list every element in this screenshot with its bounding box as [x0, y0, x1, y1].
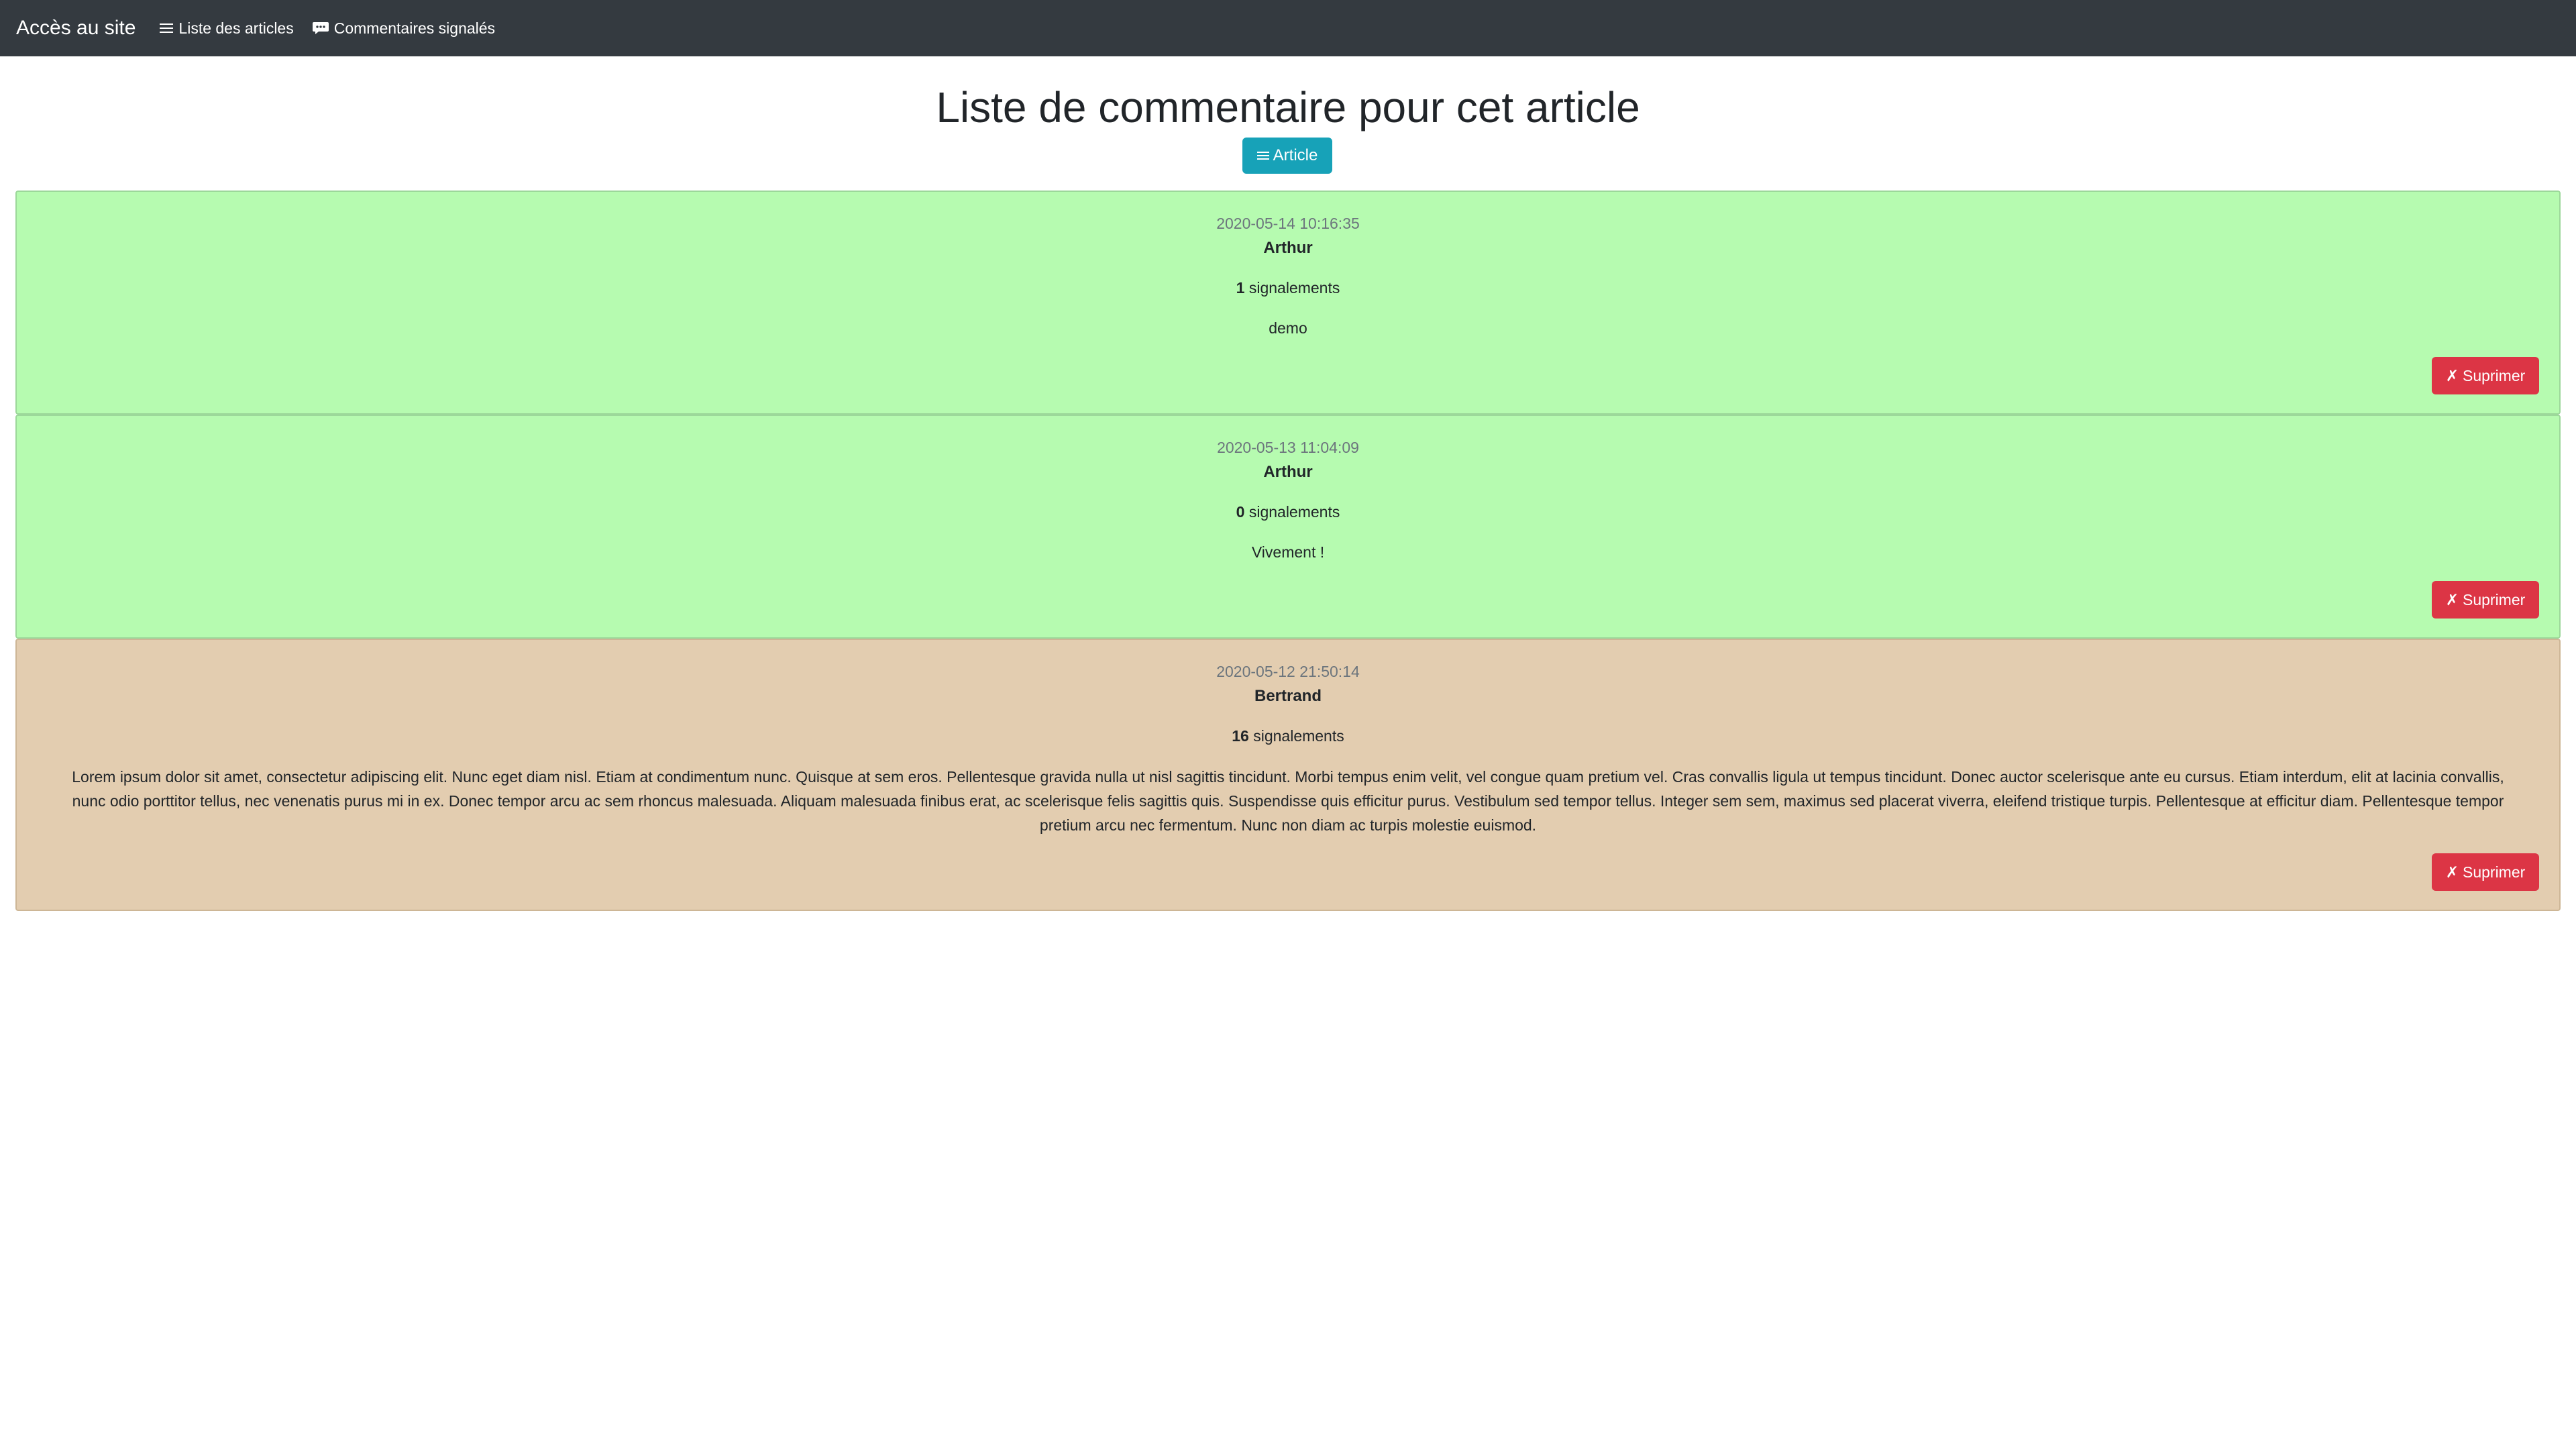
comment-dots-icon	[312, 21, 329, 35]
delete-comment-button[interactable]: ✗ Suprimer	[2432, 357, 2539, 394]
top-navbar: Accès au site Liste des articles Comment…	[0, 0, 2576, 56]
delete-button-label: Suprimer	[2462, 366, 2526, 384]
cross-icon: ✗	[2445, 590, 2459, 608]
article-button[interactable]: Article	[1242, 138, 1332, 174]
list-icon	[160, 22, 174, 34]
comment-date: 2020-05-12 21:50:14	[1216, 663, 1360, 680]
comment-report-count: 1 signalements	[1236, 279, 1340, 297]
comment-date: 2020-05-13 11:04:09	[1217, 439, 1359, 456]
comment-card: 2020-05-12 21:50:14 Bertrand 16 signalem…	[15, 639, 2561, 911]
delete-button-label: Suprimer	[2462, 590, 2526, 608]
article-button-label: Article	[1273, 146, 1318, 164]
page-title: Liste de commentaire pour cet article	[936, 83, 1640, 131]
cross-icon: ✗	[2445, 366, 2459, 384]
nav-link-reported-comments-label: Commentaires signalés	[333, 19, 496, 37]
delete-comment-button[interactable]: ✗ Suprimer	[2432, 853, 2539, 891]
list-icon	[1256, 150, 1269, 161]
comment-date: 2020-05-14 10:16:35	[1216, 215, 1360, 232]
comment-card: 2020-05-13 11:04:09 Arthur 0 signalement…	[15, 415, 2561, 639]
site-brand-link[interactable]: Accès au site	[16, 17, 136, 40]
comment-report-count: 16 signalements	[1232, 727, 1344, 745]
comment-card: 2020-05-14 10:16:35 Arthur 1 signalement…	[15, 191, 2561, 415]
comment-text: demo	[1269, 319, 1307, 337]
comment-author: Arthur	[1263, 239, 1313, 257]
nav-link-reported-comments[interactable]: Commentaires signalés	[312, 19, 496, 38]
nav-link-articles[interactable]: Liste des articles	[160, 19, 294, 38]
delete-comment-button[interactable]: ✗ Suprimer	[2432, 581, 2539, 619]
comment-author: Bertrand	[1254, 687, 1322, 705]
comment-report-count: 0 signalements	[1236, 503, 1340, 521]
delete-button-label: Suprimer	[2462, 863, 2526, 881]
comment-text: Lorem ipsum dolor sit amet, consectetur …	[72, 768, 2504, 834]
cross-icon: ✗	[2445, 863, 2459, 881]
comment-author: Arthur	[1263, 463, 1313, 481]
comment-text: Vivement !	[1251, 543, 1325, 561]
nav-link-articles-label: Liste des articles	[178, 19, 294, 37]
